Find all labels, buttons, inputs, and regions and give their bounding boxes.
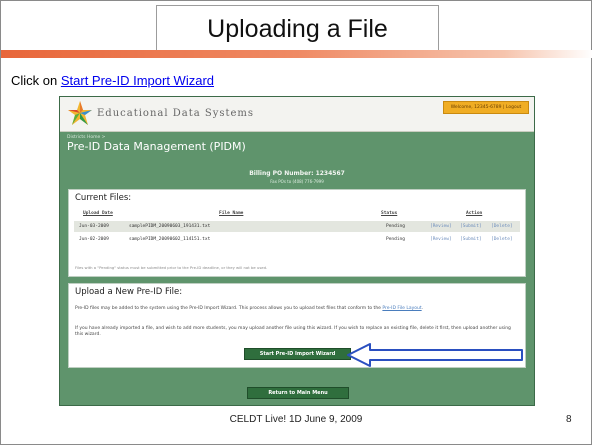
upload-date: Jun-03-2009	[79, 224, 109, 229]
billing-po-fax: Fax POs to (408) 776-7999	[270, 179, 324, 184]
page-title: Pre-ID Data Management (PIDM)	[67, 140, 246, 153]
title-accent-bar	[1, 50, 592, 58]
instruction-prefix: Click on	[11, 73, 61, 88]
return-to-main-menu-button[interactable]: Return to Main Menu	[247, 387, 349, 399]
file-name: samplePIDM_20090602_114151.txt	[129, 237, 211, 242]
review-link[interactable]: [Review]	[430, 237, 452, 242]
upload-title: Upload a New Pre-ID File:	[75, 287, 183, 297]
col-header-file-name: File Name	[219, 211, 244, 216]
upload-description: Pre-ID files may be added to the system …	[75, 306, 519, 312]
pointer-arrow-icon	[347, 343, 523, 367]
delete-link[interactable]: [Delete]	[491, 237, 513, 242]
status: Pending	[386, 224, 405, 229]
col-header-status: Status	[381, 211, 398, 216]
logo-star-icon	[68, 101, 92, 125]
start-wizard-link[interactable]: Start Pre-ID Import Wizard	[61, 73, 214, 88]
slide-footer: CELDT Live! 1D June 9, 2009	[229, 414, 363, 425]
billing-po-number: Billing PO Number: 1234567	[249, 170, 345, 177]
pending-note: Files with a "Pending" status must be su…	[75, 265, 268, 270]
submit-link[interactable]: [Submit]	[460, 224, 482, 229]
review-link[interactable]: [Review]	[430, 224, 452, 229]
current-files-panel: Current Files: Upload Date File Name Sta…	[68, 189, 526, 277]
upload-description-text: Pre-ID files may be added to the system …	[75, 306, 383, 311]
delete-link[interactable]: [Delete]	[491, 224, 513, 229]
table-row: Jun-02-2009 samplePIDM_20090602_114151.t…	[74, 234, 520, 245]
col-header-action: Action	[466, 211, 483, 216]
upload-description-end: .	[421, 306, 424, 311]
logo-text: Educational Data Systems	[97, 108, 255, 119]
file-name: samplePIDM_20090603_191431.txt	[129, 224, 211, 229]
current-files-title: Current Files:	[75, 193, 132, 203]
start-import-wizard-button[interactable]: Start Pre-ID Import Wizard	[244, 348, 351, 360]
slide-title-box: Uploading a File	[156, 5, 439, 51]
submit-link[interactable]: [Submit]	[460, 237, 482, 242]
pre-id-file-layout-link[interactable]: Pre-ID File Layout	[382, 306, 421, 311]
app-header: Educational Data Systems Welcome, 12345-…	[60, 97, 534, 132]
table-row: Jun-03-2009 samplePIDM_20090603_191431.t…	[74, 221, 520, 232]
upload-date: Jun-02-2009	[79, 237, 109, 242]
login-info[interactable]: Welcome, 12345-6789 | Logout	[443, 101, 529, 114]
upload-replace-note: If you have already imported a file, and…	[75, 326, 511, 337]
status: Pending	[386, 237, 405, 242]
slide-page-number: 8	[566, 414, 572, 425]
instruction: Click on Start Pre-ID Import Wizard	[11, 73, 214, 88]
slide: Uploading a File Click on Start Pre-ID I…	[0, 0, 592, 445]
col-header-upload-date: Upload Date	[83, 211, 113, 216]
slide-title: Uploading a File	[207, 15, 388, 43]
